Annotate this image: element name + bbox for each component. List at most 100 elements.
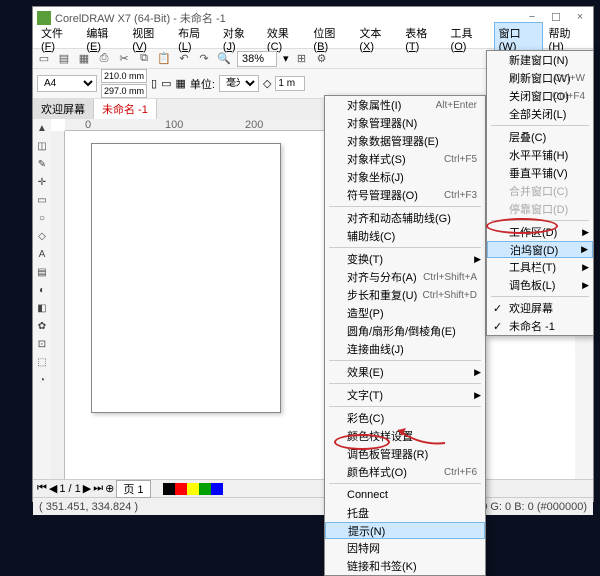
page-add-icon[interactable]: ⊕ — [105, 482, 114, 495]
menu-item[interactable]: 变换(T)▶ — [325, 250, 485, 268]
tool-6[interactable]: ◇ — [35, 231, 49, 245]
zoom-combo[interactable]: 38% — [237, 51, 277, 67]
menu-item[interactable]: 未命名 -1✓ — [487, 317, 593, 335]
undo-icon[interactable]: ↶ — [177, 52, 191, 66]
page-width-input[interactable] — [101, 69, 147, 83]
menu-item[interactable]: 造型(P) — [325, 304, 485, 322]
tool-14[interactable]: ◔ — [35, 375, 49, 389]
menu-item[interactable]: 因特网 — [325, 539, 485, 557]
paper-size-select[interactable]: A4 — [37, 75, 97, 92]
menu-item[interactable]: 链接和书签(K) — [325, 557, 485, 575]
open-icon[interactable]: ▤ — [57, 52, 71, 66]
search-icon[interactable]: 🔍 — [217, 52, 231, 66]
window-menu: 新建窗口(N)刷新窗口(W)Ctrl+W关闭窗口(O)Ctrl+F4全部关闭(L… — [486, 50, 594, 336]
menu-item[interactable]: 对象属性(I)Alt+Enter — [325, 96, 485, 114]
menu-item[interactable]: 彩色(C) — [325, 409, 485, 427]
tool-2[interactable]: ✎ — [35, 159, 49, 173]
doc-swatch[interactable] — [175, 483, 187, 495]
print-icon[interactable]: ⎙ — [97, 52, 111, 66]
redo-icon[interactable]: ↷ — [197, 52, 211, 66]
menu-bar: 文件(F)编辑(E)视图(V)布局(L)对象(J)效果(C)位图(B)文本(X)… — [33, 29, 593, 49]
menu-item[interactable]: 文字(T)▶ — [325, 386, 485, 404]
menu-1[interactable]: 编辑(E) — [82, 23, 126, 55]
doc-swatch[interactable] — [187, 483, 199, 495]
tab-welcome[interactable]: 欢迎屏幕 — [33, 99, 94, 119]
menu-item[interactable]: 颜色校样设置 — [325, 427, 485, 445]
tool-12[interactable]: ⊡ — [35, 339, 49, 353]
page-prev-icon[interactable]: ◀ — [49, 482, 57, 495]
cursor-coords: ( 351.451, 334.824 ) — [39, 501, 138, 513]
cut-icon[interactable]: ✂ — [117, 52, 131, 66]
menu-item[interactable]: 欢迎屏幕✓ — [487, 299, 593, 317]
copy-icon[interactable]: ⧉ — [137, 52, 151, 66]
tool-4[interactable]: ▭ — [35, 195, 49, 209]
page-height-input[interactable] — [101, 84, 147, 98]
menu-6[interactable]: 位图(B) — [309, 23, 353, 55]
menu-item[interactable]: 工具栏(T)▶ — [487, 258, 593, 276]
menu-item[interactable]: 颜色样式(O)Ctrl+F6 — [325, 463, 485, 481]
tool-9[interactable]: ◐ — [35, 285, 49, 299]
menu-item[interactable]: 连接曲线(J) — [325, 340, 485, 358]
menu-item[interactable]: 调色板管理器(R) — [325, 445, 485, 463]
menu-item[interactable]: 工作区(D)▶ — [487, 223, 593, 241]
menu-item[interactable]: 符号管理器(O)Ctrl+F3 — [325, 186, 485, 204]
menu-item[interactable]: 泊坞窗(D)▶ — [487, 241, 593, 258]
menu-item[interactable]: 关闭窗口(O)Ctrl+F4 — [487, 87, 593, 105]
tool-5[interactable]: ○ — [35, 213, 49, 227]
menu-item[interactable]: 步长和重复(U)Ctrl+Shift+D — [325, 286, 485, 304]
paste-icon[interactable]: 📋 — [157, 52, 171, 66]
nudge-input[interactable] — [275, 76, 305, 91]
menu-item[interactable]: 效果(E)▶ — [325, 363, 485, 381]
menu-item[interactable]: 水平平铺(H) — [487, 146, 593, 164]
save-icon[interactable]: ▦ — [77, 52, 91, 66]
doc-swatch[interactable] — [163, 483, 175, 495]
tool-7[interactable]: A — [35, 249, 49, 263]
page-next-icon[interactable]: ▶ — [83, 482, 91, 495]
tool-1[interactable]: ◫ — [35, 141, 49, 155]
menu-item[interactable]: Connect — [325, 486, 485, 504]
tool-10[interactable]: ◧ — [35, 303, 49, 317]
units-select[interactable]: 毫米 — [219, 75, 259, 92]
snap-icon[interactable]: ⊞ — [295, 52, 309, 66]
doc-swatch[interactable] — [211, 483, 223, 495]
tab-document[interactable]: 未命名 -1 — [94, 99, 157, 119]
portrait-icon[interactable]: ▯ — [151, 77, 157, 90]
menu-item[interactable]: 对象数据管理器(E) — [325, 132, 485, 150]
page-first-icon[interactable]: ⏮ — [37, 482, 47, 495]
menu-item[interactable]: 圆角/扇形角/倒棱角(E) — [325, 322, 485, 340]
tool-3[interactable]: ✛ — [35, 177, 49, 191]
menu-item[interactable]: 垂直平铺(V) — [487, 164, 593, 182]
page-counter: 1 / 1 — [59, 483, 80, 495]
page-last-icon[interactable]: ⏭ — [93, 482, 103, 495]
menu-9[interactable]: 工具(O) — [447, 23, 492, 55]
menu-item[interactable]: 辅助线(C) — [325, 227, 485, 245]
menu-3[interactable]: 布局(L) — [174, 23, 217, 55]
pages-icon[interactable]: ▦ — [175, 77, 185, 90]
menu-item[interactable]: 层叠(C) — [487, 128, 593, 146]
new-icon[interactable]: ▭ — [37, 52, 51, 66]
menu-2[interactable]: 视图(V) — [128, 23, 172, 55]
tool-11[interactable]: ✿ — [35, 321, 49, 335]
menu-item[interactable]: 托盘 — [325, 504, 485, 522]
menu-item[interactable]: 对齐和动态辅助线(G) — [325, 209, 485, 227]
toolbox: ▲ ◫ ✎ ✛ ▭ ○ ◇ A ▤ ◐ ◧ ✿ ⊡ ⬚ ◔ — [33, 119, 51, 479]
options-icon[interactable]: ⚙ — [315, 52, 329, 66]
menu-item[interactable]: 提示(N) — [325, 522, 485, 539]
menu-item[interactable]: 刷新窗口(W)Ctrl+W — [487, 69, 593, 87]
menu-item[interactable]: 对齐与分布(A)Ctrl+Shift+A — [325, 268, 485, 286]
menu-item[interactable]: 调色板(L)▶ — [487, 276, 593, 294]
landscape-icon[interactable]: ▭ — [161, 77, 171, 90]
menu-item[interactable]: 新建窗口(N) — [487, 51, 593, 69]
menu-item[interactable]: 对象管理器(N) — [325, 114, 485, 132]
menu-7[interactable]: 文本(X) — [355, 23, 399, 55]
menu-item[interactable]: 全部关闭(L) — [487, 105, 593, 123]
tool-13[interactable]: ⬚ — [35, 357, 49, 371]
tool-8[interactable]: ▤ — [35, 267, 49, 281]
menu-8[interactable]: 表格(T) — [401, 23, 444, 55]
menu-0[interactable]: 文件(F) — [37, 23, 80, 55]
menu-item[interactable]: 对象样式(S)Ctrl+F5 — [325, 150, 485, 168]
tool-0[interactable]: ▲ — [35, 123, 49, 137]
page-tab[interactable]: 页 1 — [116, 480, 150, 498]
doc-swatch[interactable] — [199, 483, 211, 495]
menu-item[interactable]: 对象坐标(J) — [325, 168, 485, 186]
